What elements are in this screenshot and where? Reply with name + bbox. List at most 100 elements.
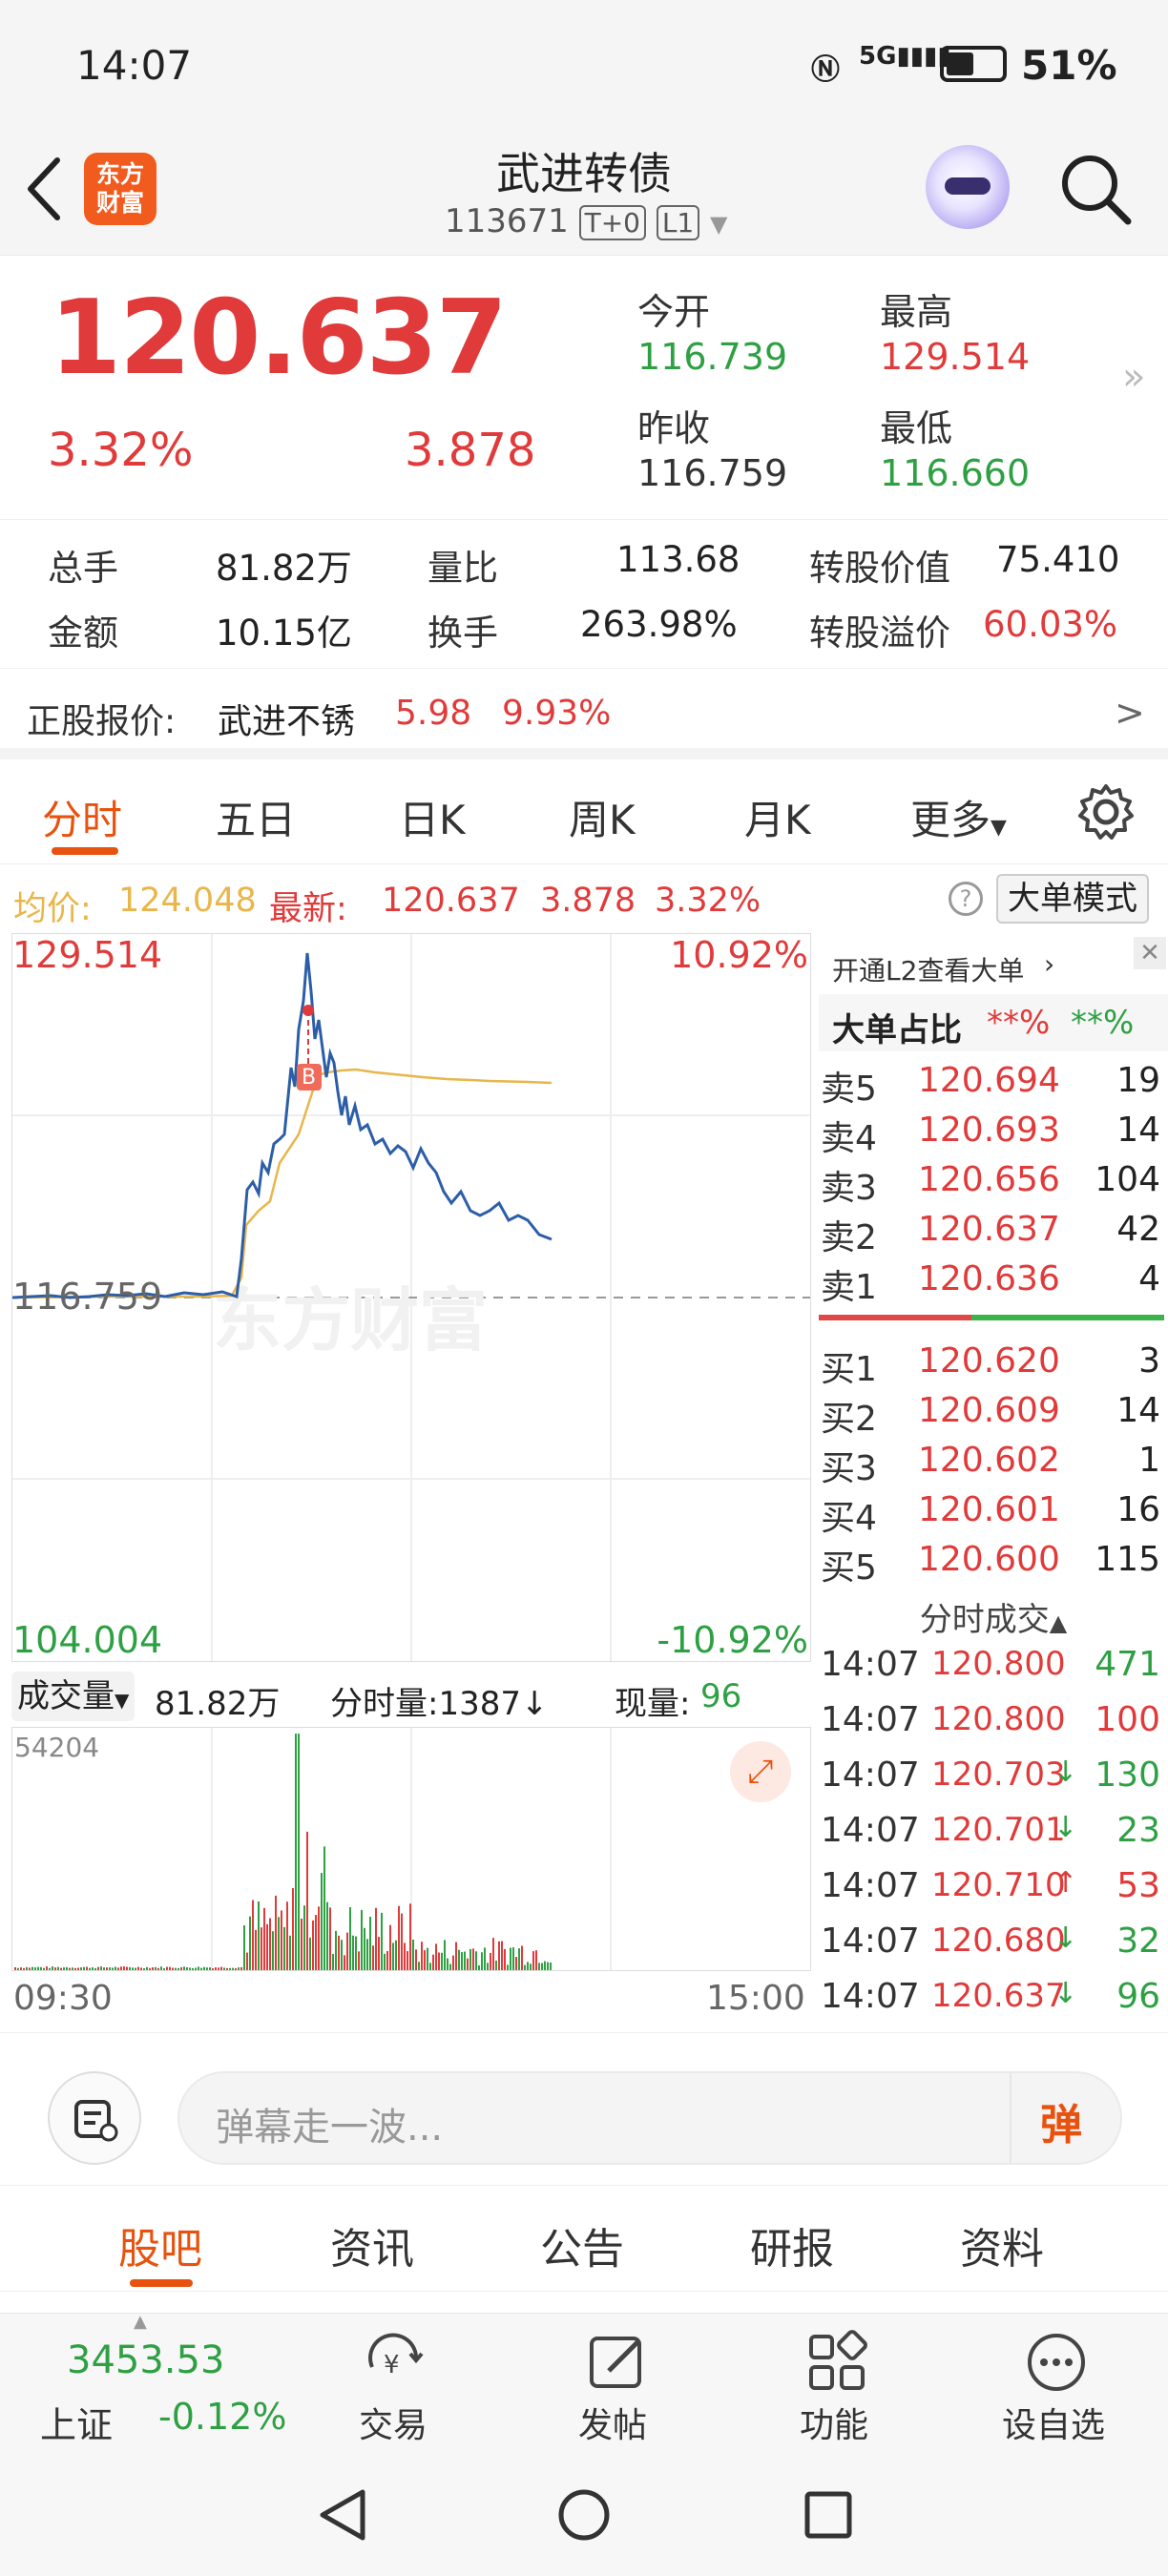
chevron-down-icon[interactable]: ▼	[710, 211, 727, 238]
bid-row[interactable]: 买3 120.602 1	[819, 1441, 1168, 1490]
danmu-input[interactable]: 弹幕走一波... 弹	[177, 2071, 1122, 2165]
amount-label: 金额	[48, 613, 118, 654]
functions-label[interactable]: 功能	[800, 2398, 868, 2447]
tab-daily-k[interactable]: 日K	[399, 788, 466, 846]
bid-row[interactable]: 买4 120.601 16	[819, 1490, 1168, 1540]
tab-active-indicator	[52, 847, 118, 855]
volume-bar	[155, 1966, 156, 1970]
conversion-premium-value: 60.03%	[983, 604, 1118, 645]
volume-bar	[369, 1917, 371, 1970]
volume-bar	[14, 1967, 16, 1970]
add-watchlist-label[interactable]: 设自选	[1002, 2398, 1105, 2447]
tab-guba[interactable]: 股吧	[118, 2214, 202, 2275]
volume-bar	[80, 1967, 82, 1970]
big-order-mode-button[interactable]: 大单模式	[996, 874, 1149, 924]
more-options-icon[interactable]	[1023, 2329, 1090, 2396]
tab-profile[interactable]: 资料	[960, 2214, 1044, 2275]
conversion-premium-label: 转股溢价	[809, 613, 950, 654]
volume-bar	[358, 1951, 360, 1970]
bid-row[interactable]: 买1 120.620 3	[819, 1341, 1168, 1391]
volume-bar	[321, 1873, 323, 1970]
volume-selector[interactable]: 成交量▼	[11, 1672, 136, 1721]
volume-bar	[240, 1966, 242, 1970]
underlying-name: 武进不锈	[218, 702, 356, 741]
close-icon[interactable]: ✕	[1134, 937, 1166, 969]
l2-promo[interactable]: 开通L2查看大单 › ✕	[819, 937, 1168, 990]
functions-icon[interactable]	[803, 2329, 870, 2396]
ask-row[interactable]: 卖1 120.636 4	[819, 1259, 1168, 1309]
tab-five-day[interactable]: 五日	[216, 788, 296, 846]
volume-label: 总手	[48, 548, 118, 589]
help-icon[interactable]: ?	[949, 882, 983, 916]
avg-label: 均价:	[13, 890, 92, 928]
volume-bar	[318, 1906, 320, 1970]
collapse-caret-icon[interactable]: ▲	[134, 2312, 147, 2332]
trade-qty: 130	[1095, 1755, 1160, 1795]
volume-bar	[115, 1966, 116, 1970]
l2-link[interactable]: 开通L2查看大单	[832, 950, 1024, 988]
volume-bar	[43, 1967, 45, 1970]
volume-bar	[510, 1947, 511, 1970]
volume-bar	[295, 1734, 297, 1970]
tab-news[interactable]: 资讯	[330, 2214, 414, 2275]
trade-label[interactable]: 交易	[359, 2398, 428, 2447]
danmu-settings-icon[interactable]	[48, 2071, 141, 2165]
chevron-right-icon[interactable]: >	[1115, 692, 1145, 734]
tick-volume-value: 1387	[438, 1685, 521, 1723]
volume-bar	[100, 1966, 102, 1970]
bid-level-label: 买5	[821, 1548, 877, 1588]
sort-up-icon: ▲	[1049, 1610, 1068, 1636]
expand-chevron-icon[interactable]: »	[1122, 355, 1145, 399]
volume-bar	[275, 1895, 277, 1970]
bid-qty: 115	[1095, 1540, 1160, 1579]
ask-row[interactable]: 卖2 120.637 42	[819, 1210, 1168, 1259]
volume-bar	[384, 1953, 386, 1970]
bid-row[interactable]: 买5 120.600 115	[819, 1540, 1168, 1589]
index-value[interactable]: 3453.53	[67, 2338, 224, 2382]
bid-row[interactable]: 买2 120.609 14	[819, 1391, 1168, 1441]
danmu-send-button[interactable]: 弹	[1040, 2090, 1082, 2151]
volume-bar	[140, 1967, 142, 1970]
ask-row[interactable]: 卖3 120.656 104	[819, 1160, 1168, 1210]
tab-intraday[interactable]: 分时	[42, 788, 122, 846]
tab-announcements[interactable]: 公告	[540, 2214, 624, 2275]
volume-bar	[261, 1927, 262, 1970]
volume-bar	[223, 1967, 225, 1970]
trade-direction-icon: ↓	[1053, 1922, 1078, 1955]
tab-research[interactable]: 研报	[750, 2214, 834, 2275]
chart-ymin-pct: -10.92%	[657, 1619, 808, 1661]
volume-bar	[415, 1949, 417, 1970]
tab-weekly-k[interactable]: 周K	[569, 788, 636, 846]
volume-bar	[149, 1967, 151, 1970]
volume-bar	[335, 1930, 337, 1970]
low-value: 116.660	[880, 452, 1031, 494]
volume-bar	[344, 1955, 345, 1970]
post-icon[interactable]	[584, 2329, 651, 2396]
fullscreen-expand-icon[interactable]: ⤢	[730, 1741, 791, 1802]
trade-direction-icon: ↓	[1053, 1755, 1078, 1789]
trade-icon[interactable]: ¥	[361, 2329, 428, 2396]
turnover-label: 换手	[428, 613, 498, 654]
gear-icon[interactable]	[1076, 782, 1136, 841]
volume-bar	[215, 1967, 217, 1970]
ask-row[interactable]: 卖4 120.693 14	[819, 1111, 1168, 1160]
ask-row[interactable]: 卖5 120.694 19	[819, 1061, 1168, 1111]
nav-home-icon[interactable]	[557, 2488, 611, 2542]
intraday-chart[interactable]: 东方财富 B 129.514 10.92% 116.759 104.004 -1…	[11, 933, 811, 1662]
tab-more[interactable]: 更多▼	[910, 788, 1007, 846]
volume-bar	[301, 1918, 302, 1970]
trades-header[interactable]: 分时成交▲	[819, 1588, 1168, 1641]
nav-back-icon[interactable]	[315, 2486, 368, 2544]
battery-level: 51%	[1021, 42, 1117, 89]
tab-monthly-k[interactable]: 月K	[744, 788, 811, 846]
underlying-stock-row[interactable]: 正股报价: 武进不锈 5.98 9.93% >	[0, 668, 1168, 759]
nav-recents-icon[interactable]	[803, 2490, 853, 2540]
volume-bar	[209, 1967, 211, 1970]
volume-bar	[57, 1966, 59, 1970]
volume-bar	[17, 1967, 19, 1970]
big-order-ratio-row: 大单占比 **% **%	[819, 994, 1168, 1051]
post-label[interactable]: 发帖	[578, 2398, 647, 2447]
volume-chart[interactable]: 54204 ⤢	[11, 1727, 811, 1971]
search-icon[interactable]	[1057, 151, 1134, 227]
robot-assistant-icon[interactable]	[926, 145, 1010, 229]
